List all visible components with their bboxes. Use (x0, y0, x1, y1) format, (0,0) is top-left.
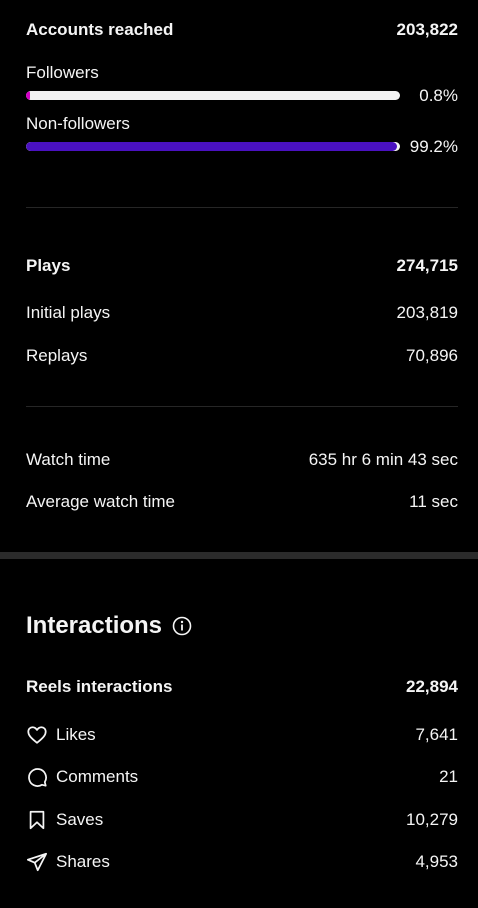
watch-time-value: 635 hr 6 min 43 sec (308, 450, 458, 469)
shares-row: Shares 4,953 (26, 851, 458, 873)
reels-interactions-value: 22,894 (406, 677, 458, 696)
divider (26, 406, 458, 407)
saves-label: Saves (56, 810, 104, 829)
followers-row: Followers (26, 63, 458, 83)
likes-value: 7,641 (415, 725, 458, 744)
shares-label: Shares (56, 852, 110, 871)
plays-value: 274,715 (396, 256, 458, 275)
non-followers-percent: 99.2% (409, 137, 458, 156)
accounts-reached-row: Accounts reached 203,822 (26, 20, 458, 40)
plays-label: Plays (26, 256, 71, 275)
interactions-title-text: Interactions (26, 612, 163, 639)
replays-label: Replays (26, 346, 88, 365)
non-followers-label: Non-followers (26, 114, 130, 133)
followers-bar-track (26, 91, 400, 100)
non-followers-bar-track (26, 142, 400, 151)
initial-plays-value: 203,819 (396, 303, 458, 322)
followers-percent: 0.8% (419, 86, 458, 105)
replays-value: 70,896 (406, 346, 458, 365)
average-watch-time-value: 11 sec (409, 492, 458, 511)
comments-value: 21 (439, 767, 458, 786)
shares-value: 4,953 (415, 852, 458, 871)
interactions-title: Interactions (26, 612, 192, 640)
replays-row: Replays 70,896 (26, 346, 458, 366)
send-icon (26, 851, 48, 873)
comments-row: Comments 21 (26, 766, 458, 788)
bookmark-icon (26, 809, 48, 831)
info-icon[interactable] (172, 616, 192, 636)
heart-icon (26, 724, 48, 746)
average-watch-time-row: Average watch time 11 sec (26, 492, 458, 512)
reels-interactions-row: Reels interactions 22,894 (26, 677, 458, 697)
likes-row: Likes 7,641 (26, 724, 458, 746)
likes-label: Likes (56, 725, 96, 744)
comments-label: Comments (56, 767, 139, 786)
section-divider (0, 552, 478, 559)
saves-value: 10,279 (406, 810, 458, 829)
followers-bar (26, 91, 400, 100)
accounts-reached-label: Accounts reached (26, 20, 174, 39)
followers-bar-fill (26, 91, 30, 100)
divider (26, 207, 458, 208)
followers-label: Followers (26, 63, 99, 82)
initial-plays-label: Initial plays (26, 303, 111, 322)
watch-time-row: Watch time 635 hr 6 min 43 sec (26, 450, 458, 470)
saves-row: Saves 10,279 (26, 809, 458, 831)
non-followers-bar-fill (26, 142, 397, 151)
comment-icon (26, 766, 48, 788)
average-watch-time-label: Average watch time (26, 492, 175, 511)
watch-time-label: Watch time (26, 450, 111, 469)
non-followers-row: Non-followers (26, 114, 458, 134)
accounts-reached-value: 203,822 (396, 20, 458, 39)
reels-interactions-label: Reels interactions (26, 677, 173, 696)
non-followers-bar (26, 142, 400, 151)
plays-row: Plays 274,715 (26, 256, 458, 276)
initial-plays-row: Initial plays 203,819 (26, 303, 458, 323)
